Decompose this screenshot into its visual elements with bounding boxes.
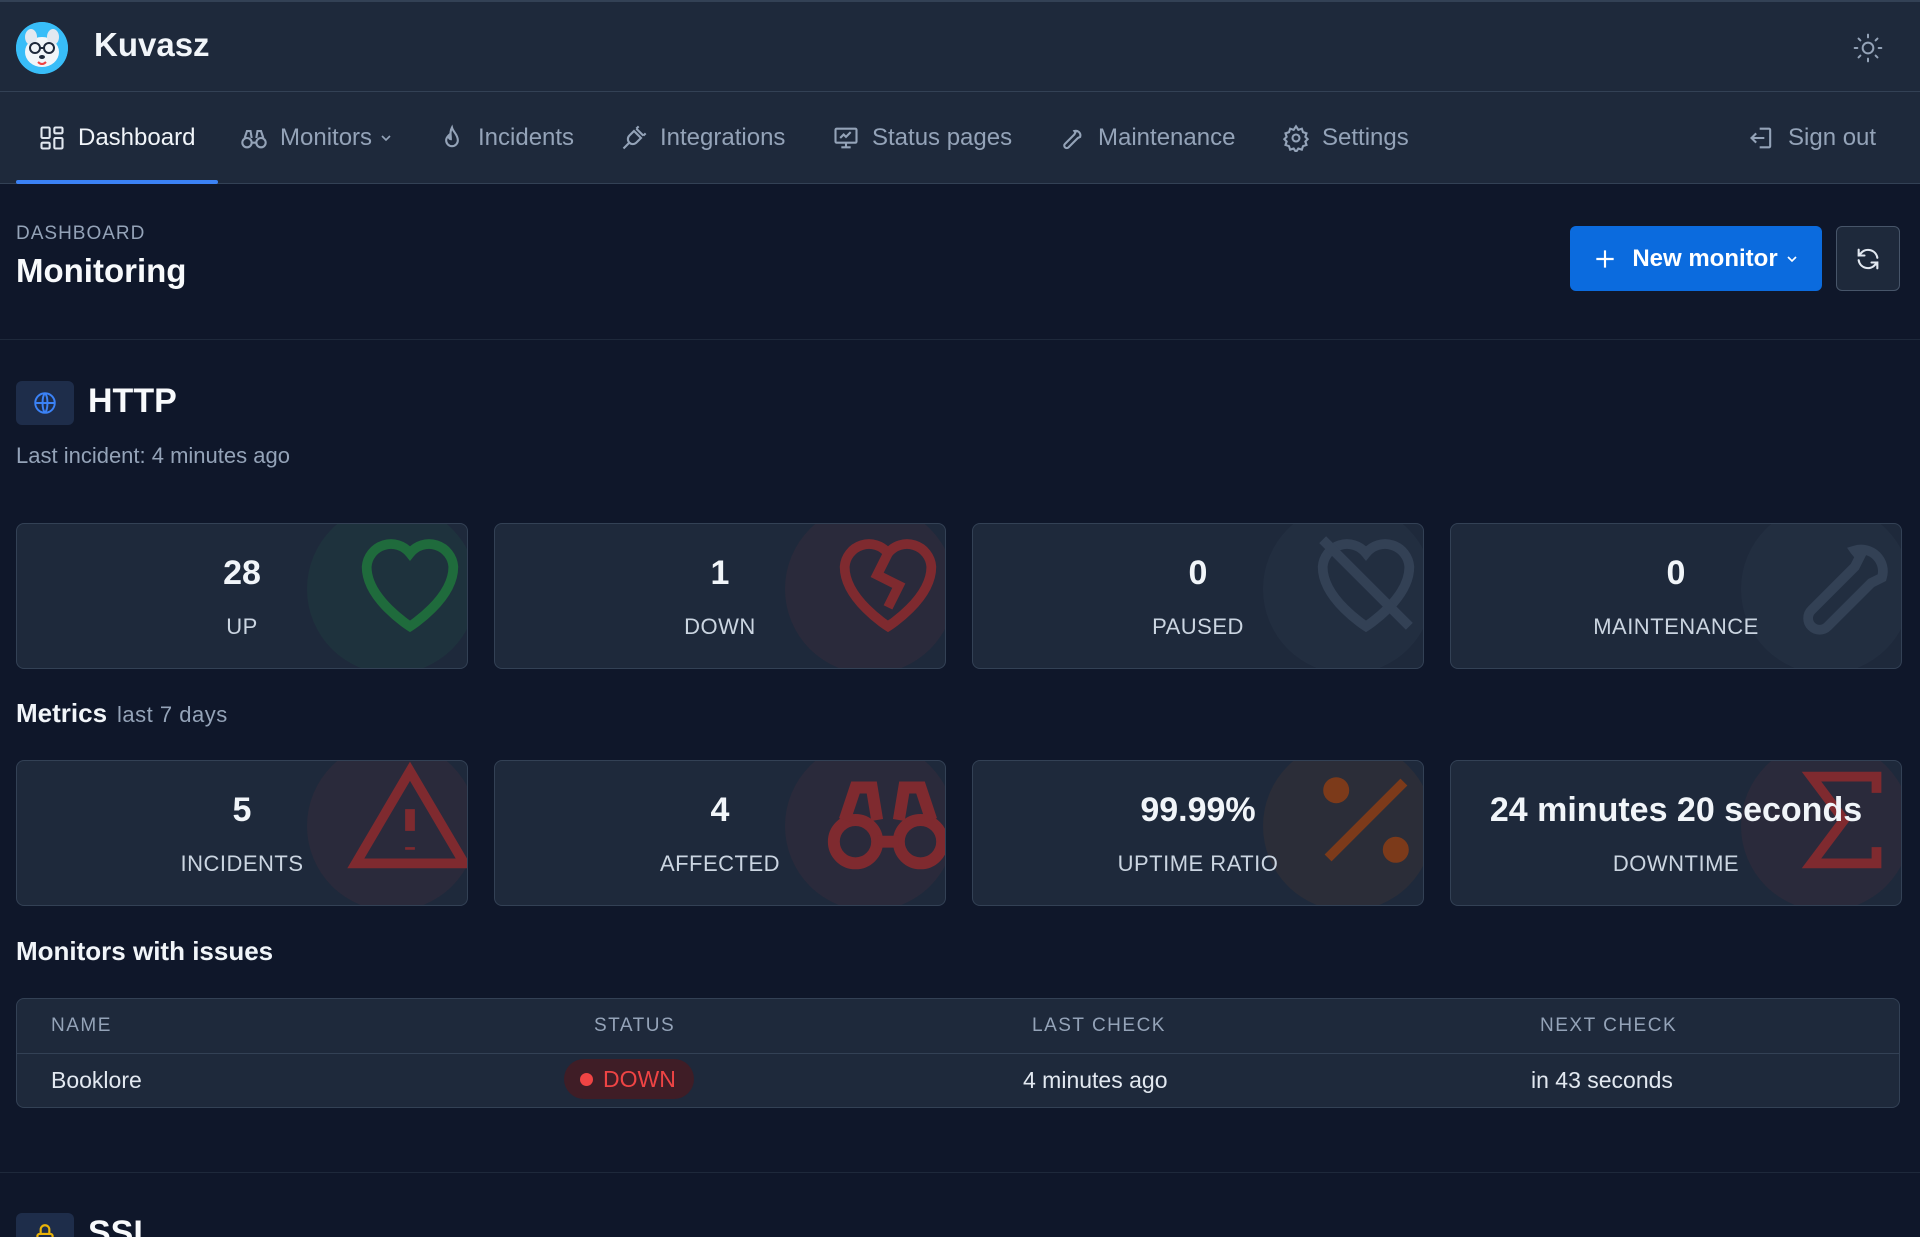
- nav-incidents-label: Incidents: [478, 124, 575, 151]
- header-divider: [0, 339, 1920, 340]
- section-divider: [0, 1172, 1920, 1173]
- metrics-period: last 7 days: [117, 702, 228, 727]
- nav-maintenance[interactable]: Maintenance: [1058, 92, 1235, 184]
- issues-heading: Monitors with issues: [16, 936, 274, 966]
- refresh-button[interactable]: [1836, 226, 1900, 291]
- stat-card-maintenance[interactable]: 0 MAINTENANCE: [1450, 523, 1902, 669]
- last-check-value: 4 minutes ago: [1023, 1067, 1168, 1093]
- nav-settings[interactable]: Settings: [1282, 92, 1409, 184]
- chevron-down-icon: [1787, 255, 1797, 262]
- metric-label: AFFECTED: [659, 851, 781, 876]
- stat-value: 1: [710, 554, 730, 592]
- metric-value: 99.99%: [1140, 791, 1256, 829]
- presentation-icon: [834, 127, 858, 149]
- stat-label: DOWN: [684, 614, 756, 639]
- sign-out-label: Sign out: [1788, 124, 1877, 151]
- new-monitor-label: New monitor: [1632, 244, 1778, 272]
- metric-label: INCIDENTS: [180, 851, 304, 876]
- plus-icon: [1596, 249, 1614, 268]
- top-bar: Kuvasz: [0, 0, 1920, 92]
- page-title: Monitoring: [16, 252, 187, 289]
- last-incident-text: Last incident: 4 minutes ago: [16, 443, 290, 468]
- nav-incidents[interactable]: Incidents: [438, 92, 574, 184]
- table-header-divider: [17, 1053, 1899, 1054]
- column-header-name: NAME: [51, 1015, 112, 1036]
- nav-status-pages[interactable]: Status pages: [832, 92, 1012, 184]
- dashboard-icon: [40, 126, 64, 150]
- app-logo[interactable]: [16, 22, 68, 74]
- nav-dashboard-label: Dashboard: [78, 124, 196, 151]
- metric-label: UPTIME RATIO: [1117, 851, 1279, 876]
- metric-card-uptime[interactable]: 99.99% UPTIME RATIO: [972, 760, 1424, 906]
- next-check-value: in 43 seconds: [1531, 1067, 1673, 1093]
- stat-card-up[interactable]: 28 UP: [16, 523, 468, 669]
- globe-icon: [16, 381, 74, 425]
- metric-value: 24 minutes 20 seconds: [1489, 791, 1863, 829]
- app-name: Kuvasz: [94, 26, 210, 63]
- nav-monitors[interactable]: Monitors: [240, 92, 394, 184]
- sign-out-icon: [1750, 127, 1772, 149]
- nav-status-pages-label: Status pages: [872, 124, 1013, 151]
- metric-card-incidents[interactable]: 5 INCIDENTS: [16, 760, 468, 906]
- chevron-down-icon: [381, 135, 391, 142]
- issues-table: NAME STATUS LAST CHECK NEXT CHECK Booklo…: [16, 998, 1900, 1108]
- metric-value: 4: [710, 791, 730, 829]
- plug-icon: [622, 125, 647, 150]
- metric-label: DOWNTIME: [1612, 851, 1740, 876]
- stat-label: MAINTENANCE: [1593, 614, 1759, 639]
- lock-icon: [16, 1213, 74, 1237]
- nav-settings-label: Settings: [1322, 124, 1409, 151]
- metric-card-downtime[interactable]: 24 minutes 20 seconds DOWNTIME: [1450, 760, 1902, 906]
- main-nav: Dashboard Monitors Incidents Integration…: [0, 92, 1920, 184]
- column-header-next-check: NEXT CHECK: [1540, 1015, 1678, 1036]
- metric-card-affected[interactable]: 4 AFFECTED: [494, 760, 946, 906]
- column-header-last-check: LAST CHECK: [1032, 1015, 1166, 1036]
- http-section-title: HTTP: [88, 382, 177, 420]
- status-badge: DOWN: [564, 1059, 694, 1099]
- breadcrumb: DASHBOARD: [16, 223, 146, 244]
- monitor-name-link[interactable]: Booklore: [51, 1067, 142, 1094]
- nav-maintenance-label: Maintenance: [1098, 124, 1236, 151]
- nav-integrations-label: Integrations: [660, 124, 786, 151]
- stat-card-down[interactable]: 1 DOWN: [494, 523, 946, 669]
- ssl-section-title: SSL: [88, 1214, 155, 1237]
- column-header-status: STATUS: [594, 1015, 676, 1036]
- active-tab-indicator: [16, 180, 218, 184]
- flame-icon: [445, 124, 459, 148]
- gear-icon: [1282, 124, 1310, 152]
- sign-out-button[interactable]: Sign out: [1748, 92, 1876, 184]
- status-badge-text: DOWN: [603, 1065, 676, 1092]
- stat-card-paused[interactable]: 0 PAUSED: [972, 523, 1424, 669]
- new-monitor-button[interactable]: New monitor: [1570, 226, 1822, 291]
- nav-monitors-label: Monitors: [280, 124, 373, 151]
- stat-label: UP: [226, 614, 258, 639]
- theme-toggle-icon[interactable]: [1852, 32, 1884, 64]
- refresh-icon: [1857, 248, 1879, 269]
- binoculars-icon: [241, 129, 267, 149]
- metric-value: 5: [232, 791, 252, 829]
- stat-label: PAUSED: [1152, 614, 1244, 639]
- stat-value: 28: [223, 554, 261, 592]
- metrics-heading: Metrics last 7 days: [16, 698, 228, 729]
- stat-value: 0: [1666, 554, 1686, 592]
- nav-integrations[interactable]: Integrations: [620, 92, 785, 184]
- wrench-icon: [1063, 129, 1082, 150]
- status-dot-icon: [580, 1072, 593, 1086]
- nav-dashboard[interactable]: Dashboard: [38, 92, 195, 184]
- metrics-title: Metrics: [16, 698, 108, 728]
- stat-value: 0: [1188, 554, 1208, 592]
